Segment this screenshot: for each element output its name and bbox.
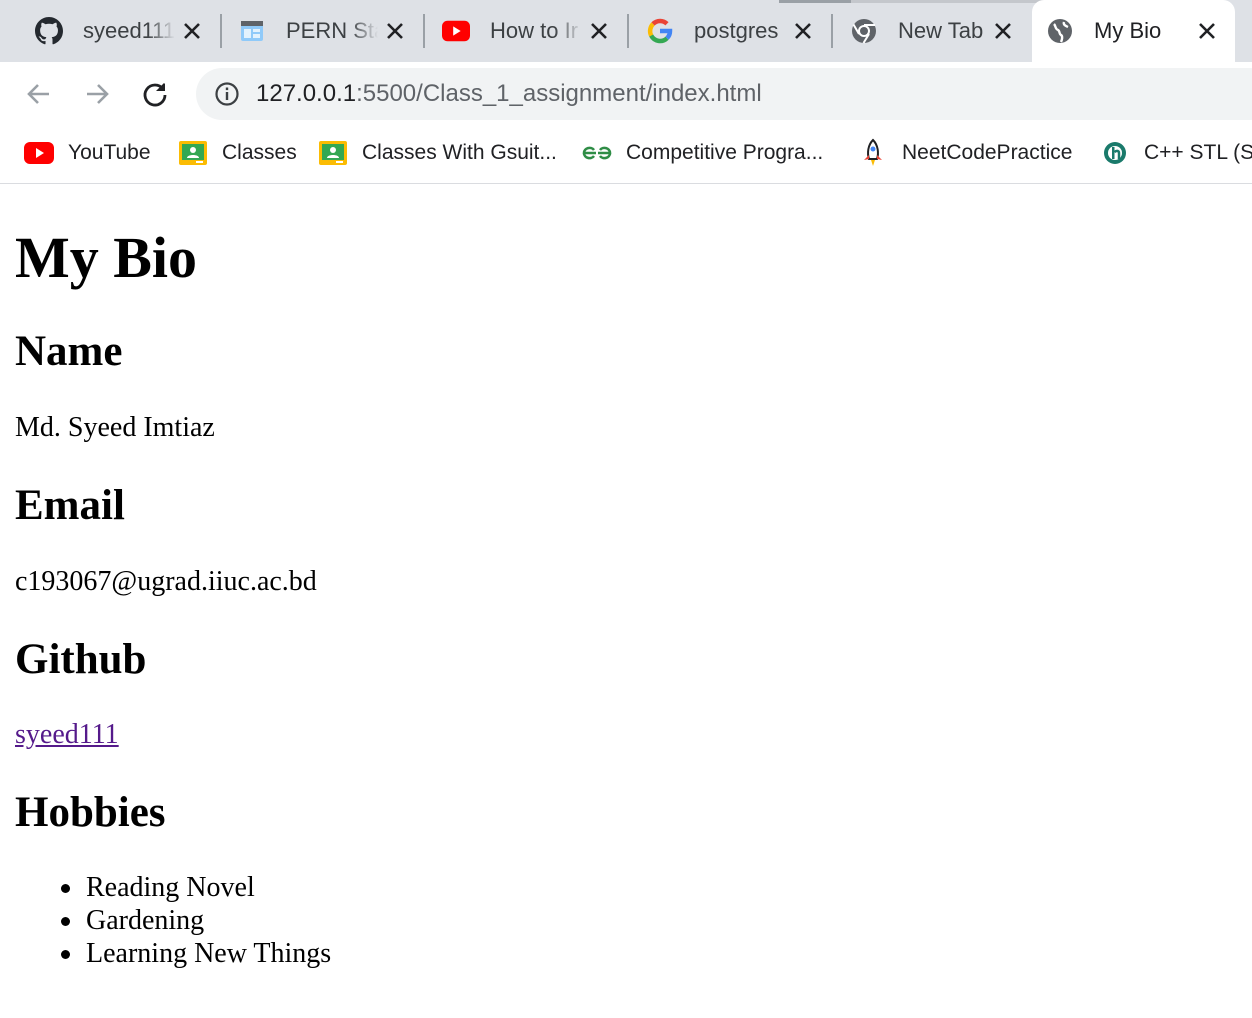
tab-my-bio[interactable]: My Bio bbox=[1032, 0, 1235, 62]
site-icon bbox=[1100, 138, 1130, 168]
bookmark-label: Classes bbox=[222, 141, 297, 164]
close-icon[interactable] bbox=[585, 17, 613, 45]
bookmark-youtube[interactable]: YouTube bbox=[24, 138, 151, 168]
tab-title: My Bio bbox=[1094, 18, 1162, 43]
tab-google-search[interactable]: postgres bbox=[632, 0, 833, 62]
section-heading-github: Github bbox=[15, 636, 147, 683]
page-title: My Bio bbox=[15, 225, 198, 290]
url-path: :5500/Class_1_assignment/index.html bbox=[356, 80, 762, 107]
bookmark-label: Competitive Progra... bbox=[626, 141, 824, 164]
url-text: 127.0.0.1:5500/Class_1_assignment/index.… bbox=[256, 80, 762, 108]
github-link[interactable]: syeed111 bbox=[15, 719, 119, 750]
info-icon[interactable] bbox=[214, 81, 240, 107]
bookmark-classes[interactable]: Classes bbox=[178, 138, 297, 168]
bookmark-classes-gsuite[interactable]: Classes With Gsuit... bbox=[318, 138, 557, 168]
section-heading-name: Name bbox=[15, 328, 123, 375]
close-icon[interactable] bbox=[989, 17, 1017, 45]
bookmark-label: YouTube bbox=[68, 141, 151, 164]
github-icon bbox=[35, 17, 63, 45]
tab-title: syeed111 bbox=[83, 18, 175, 43]
webpage-icon bbox=[238, 17, 266, 45]
hobbies-list: Reading Novel Gardening Learning New Thi… bbox=[60, 871, 332, 970]
bookmarks-bar: YouTube Classes Classes With Gsuit... Co… bbox=[0, 126, 1252, 184]
list-item: Learning New Things bbox=[60, 938, 332, 969]
page-content: My Bio Name Md. Syeed Imtiaz Email c1930… bbox=[0, 185, 1252, 1018]
list-item: Gardening bbox=[60, 904, 331, 937]
forward-button[interactable] bbox=[77, 74, 117, 114]
rocket-icon bbox=[858, 138, 888, 168]
tab-divider bbox=[831, 14, 833, 48]
url-host: 127.0.0.1 bbox=[256, 80, 357, 107]
list-item: Reading Novel bbox=[60, 871, 331, 904]
youtube-icon bbox=[442, 17, 470, 45]
tab-github[interactable]: syeed111 bbox=[21, 0, 222, 62]
youtube-icon bbox=[24, 138, 54, 168]
google-icon bbox=[646, 17, 674, 45]
globe-icon bbox=[1046, 17, 1074, 45]
close-icon[interactable] bbox=[381, 17, 409, 45]
classroom-icon bbox=[318, 138, 348, 168]
tab-strip: syeed111 PERN Sta How to Ir postgres New… bbox=[0, 0, 1252, 62]
tab-title: PERN Sta bbox=[286, 18, 378, 43]
tab-divider bbox=[220, 14, 222, 48]
tab-title: postgres bbox=[694, 18, 779, 43]
bookmark-label: NeetCodePractice bbox=[902, 141, 1073, 164]
close-icon[interactable] bbox=[178, 17, 206, 45]
back-button[interactable] bbox=[19, 74, 59, 114]
close-icon[interactable] bbox=[1193, 17, 1221, 45]
bookmark-label: C++ STL (St bbox=[1144, 141, 1252, 164]
name-value: Md. Syeed Imtiaz bbox=[15, 412, 215, 443]
bookmark-label: Classes With Gsuit... bbox=[362, 141, 557, 164]
tab-title: How to Ir bbox=[490, 18, 579, 43]
bookmark-cpp-stl[interactable]: C++ STL (St bbox=[1100, 138, 1252, 168]
browser-toolbar: 127.0.0.1:5500/Class_1_assignment/index.… bbox=[0, 62, 1252, 126]
address-bar[interactable]: 127.0.0.1:5500/Class_1_assignment/index.… bbox=[196, 68, 1252, 120]
tab-pern-stack[interactable]: PERN Sta bbox=[224, 0, 425, 62]
close-icon[interactable] bbox=[789, 17, 817, 45]
email-value: c193067@ugrad.iiuc.ac.bd bbox=[15, 566, 317, 597]
tab-divider bbox=[627, 14, 629, 48]
bookmark-neetcode[interactable]: NeetCodePractice bbox=[858, 138, 1072, 168]
section-heading-email: Email bbox=[15, 482, 125, 529]
tab-youtube[interactable]: How to Ir bbox=[428, 0, 629, 62]
geeksforgeeks-icon bbox=[582, 138, 612, 168]
classroom-icon bbox=[178, 138, 208, 168]
section-heading-hobbies: Hobbies bbox=[15, 789, 166, 836]
tab-title: New Tab bbox=[898, 18, 984, 43]
chrome-icon bbox=[850, 17, 878, 45]
bookmark-competitive-programming[interactable]: Competitive Progra... bbox=[582, 138, 823, 168]
tab-new-tab[interactable]: New Tab bbox=[836, 0, 1031, 62]
reload-button[interactable] bbox=[135, 74, 175, 114]
github-paragraph: syeed111 bbox=[15, 718, 119, 752]
tab-divider bbox=[423, 14, 425, 48]
